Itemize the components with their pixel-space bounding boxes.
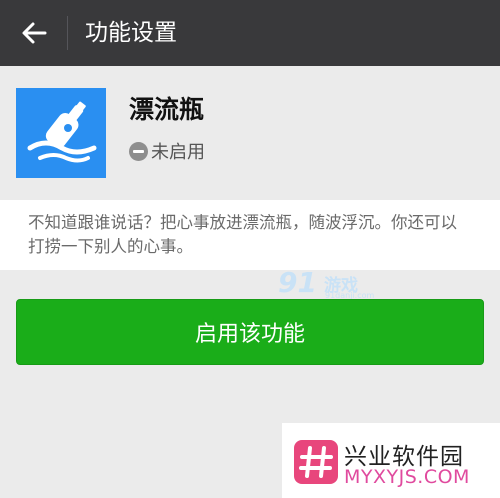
status-label: 未启用 <box>151 142 205 163</box>
title-bar: 功能设置 <box>0 0 500 66</box>
hash-icon <box>294 440 338 484</box>
site-url: MYXYJS.COM <box>344 466 470 488</box>
feature-status: 未启用 <box>129 138 205 164</box>
site-watermark: 兴业软件园 MYXYJS.COM <box>282 423 500 498</box>
arrow-left-icon <box>22 22 47 44</box>
back-button[interactable] <box>10 13 58 53</box>
enable-feature-button[interactable]: 启用该功能 <box>16 299 484 365</box>
title-divider <box>67 16 68 50</box>
feature-description: 不知道跟谁说话？把心事放进漂流瓶，随波浮沉。你还可以打捞一下别人的心事。 <box>28 213 457 256</box>
watermark-logo-text: 91 <box>278 266 317 299</box>
bottle-icon <box>16 88 106 178</box>
feature-header: 漂流瓶 未启用 <box>0 66 500 194</box>
description-panel: 不知道跟谁说话？把心事放进漂流瓶，随波浮沉。你还可以打捞一下别人的心事。 <box>0 200 500 270</box>
minus-circle-icon <box>129 141 148 161</box>
page-title: 功能设置 <box>85 20 177 46</box>
game-site-watermark: 91 游戏 91danji.com <box>278 266 378 302</box>
feature-name: 漂流瓶 <box>129 95 205 124</box>
